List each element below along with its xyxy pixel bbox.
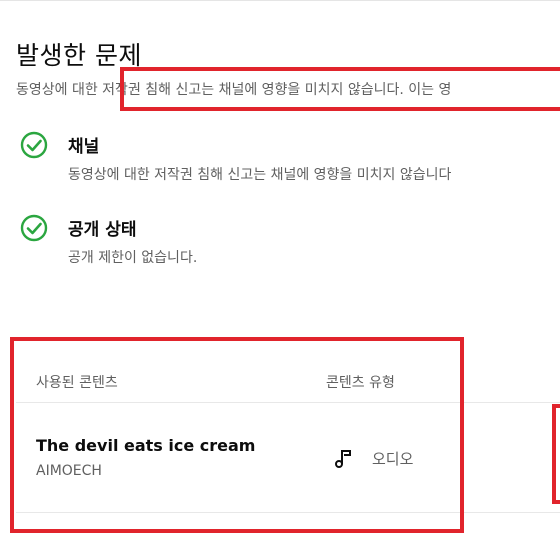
check-description-channel: 동영상에 대한 저작권 침해 신고는 채널에 영향을 미치지 않습니다: [68, 167, 452, 183]
check-circle-icon: [20, 131, 48, 159]
annotation-box-content-table: [10, 337, 464, 533]
annotation-box-description: [120, 67, 560, 111]
check-title-visibility: 공개 상태: [68, 220, 137, 240]
top-divider: [0, 0, 560, 1]
copyright-issues-panel: 발생한 문제 동영상에 대한 저작권 침해 신고는 채널에 영향을 미치지 않습…: [0, 0, 560, 560]
annotation-box-right-edge: [552, 404, 560, 504]
check-circle-icon: [20, 214, 48, 242]
check-title-channel: 채널: [68, 137, 100, 157]
check-description-visibility: 공개 제한이 없습니다.: [68, 250, 198, 266]
